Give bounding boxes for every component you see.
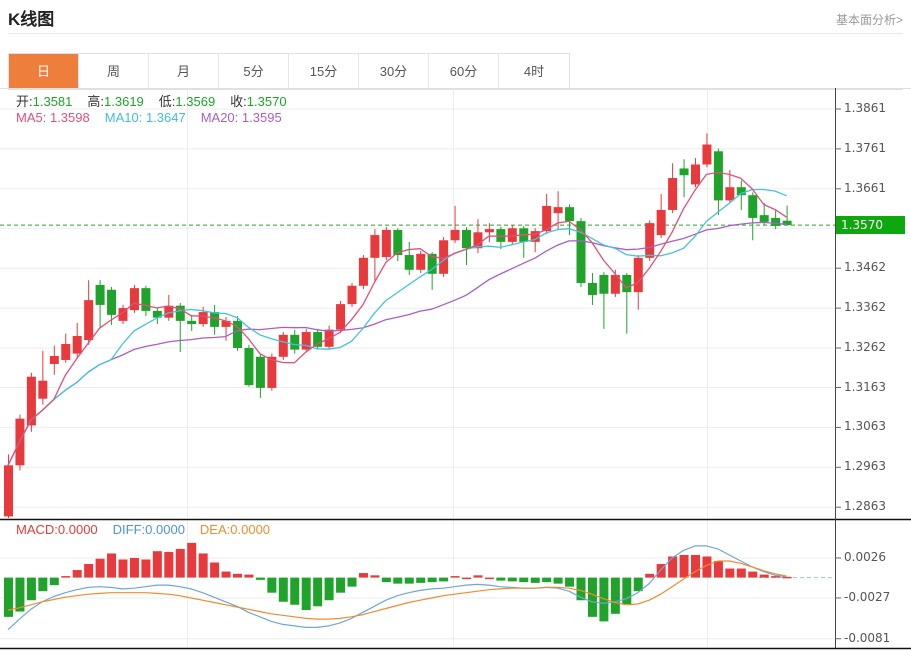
current-price-badge: 1.3570 [836,216,905,235]
high-label: 高: [87,94,105,109]
ma10-label: MA10: [104,110,143,125]
dea-label: DEA: [199,522,231,537]
diff-label: DIFF: [112,522,146,537]
macd-value: 0.0000 [57,522,98,537]
ma10-value: 1.3647 [145,110,186,125]
ohlc-legend: 开:1.3581 高:1.3619 低:1.3569 收:1.3570 [16,91,287,110]
dea-value: 0.0000 [230,522,271,537]
macd-legend: MACD:0.0000 DIFF:0.0000 DEA:0.0000 [16,522,270,537]
ma20-label: MA20: [200,110,239,125]
low-label: 低: [158,94,176,109]
macd-label: MACD: [16,522,58,537]
open-label: 开: [16,94,33,109]
ma20-value: 1.3595 [241,110,282,125]
high-value: 1.3619 [104,94,144,109]
ma5-value: 1.3598 [49,110,90,125]
ma-legend: MA5: 1.3598 MA10: 1.3647 MA20: 1.3595 [16,110,282,125]
close-label: 收: [230,94,247,109]
low-value: 1.3569 [175,94,216,109]
open-value: 1.3581 [32,94,73,109]
close-value: 1.3570 [246,94,287,109]
ma5-label: MA5: [16,110,47,125]
diff-value: 0.0000 [145,522,185,537]
